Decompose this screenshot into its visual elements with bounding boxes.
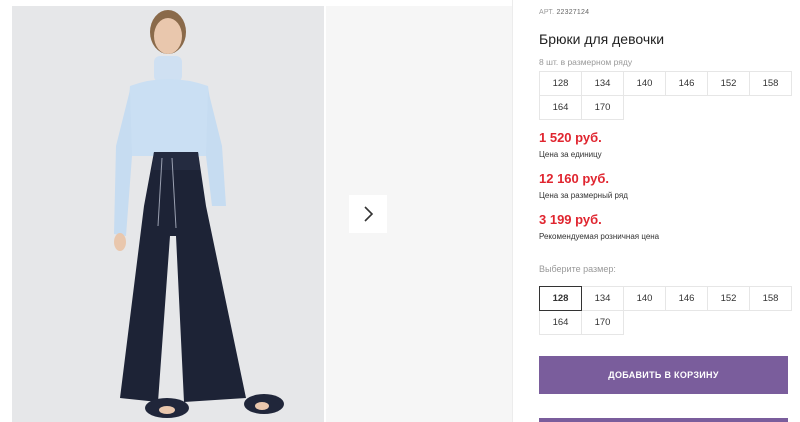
size-row-cell: 128 bbox=[539, 71, 582, 96]
size-option[interactable]: 152 bbox=[707, 286, 750, 311]
chevron-right-icon bbox=[364, 206, 374, 222]
size-row-cell: 134 bbox=[581, 71, 624, 96]
article-prefix: АРТ. bbox=[539, 9, 555, 16]
size-row-price-label: Цена за размерный ряд bbox=[539, 191, 628, 200]
girl-in-trousers-image bbox=[12, 6, 324, 422]
size-option[interactable]: 164 bbox=[539, 310, 582, 335]
size-option-selected[interactable]: 128 bbox=[539, 286, 582, 311]
size-row-cell: 140 bbox=[623, 71, 666, 96]
size-row-price: 12 160 руб. bbox=[539, 171, 610, 186]
add-to-cart-button[interactable]: ДОБАВИТЬ В КОРЗИНУ bbox=[539, 356, 788, 394]
size-row-cell: 164 bbox=[539, 95, 582, 120]
size-option[interactable]: 140 bbox=[623, 286, 666, 311]
size-selector: 128 134 140 146 152 158 164 170 bbox=[539, 286, 792, 335]
size-row-cell: 152 bbox=[707, 71, 750, 96]
size-option[interactable]: 146 bbox=[665, 286, 708, 311]
size-row-table: 128 134 140 146 152 158 164 170 bbox=[539, 71, 792, 120]
product-title: Брюки для девочки bbox=[539, 31, 665, 47]
size-row-cell: 146 bbox=[665, 71, 708, 96]
size-row-cell: 170 bbox=[581, 95, 624, 120]
size-option[interactable]: 170 bbox=[581, 310, 624, 335]
size-option[interactable]: 158 bbox=[749, 286, 792, 311]
column-divider bbox=[512, 0, 513, 422]
size-option[interactable]: 134 bbox=[581, 286, 624, 311]
product-gallery bbox=[0, 0, 512, 422]
article-number: АРТ. 22327124 bbox=[539, 9, 589, 16]
next-arrow-button[interactable] bbox=[349, 195, 387, 233]
product-photo[interactable] bbox=[12, 6, 324, 422]
secondary-action-button[interactable] bbox=[539, 418, 788, 422]
unit-price-label: Цена за единицу bbox=[539, 150, 602, 159]
article-code: 22327124 bbox=[556, 9, 590, 16]
size-row-cell: 158 bbox=[749, 71, 792, 96]
unit-price: 1 520 руб. bbox=[539, 130, 602, 145]
retail-price: 3 199 руб. bbox=[539, 212, 602, 227]
retail-price-label: Рекомендуемая розничная цена bbox=[539, 232, 660, 241]
size-row-caption: 8 шт. в размерном ряду bbox=[539, 57, 633, 67]
choose-size-label: Выберите размер: bbox=[539, 264, 616, 274]
